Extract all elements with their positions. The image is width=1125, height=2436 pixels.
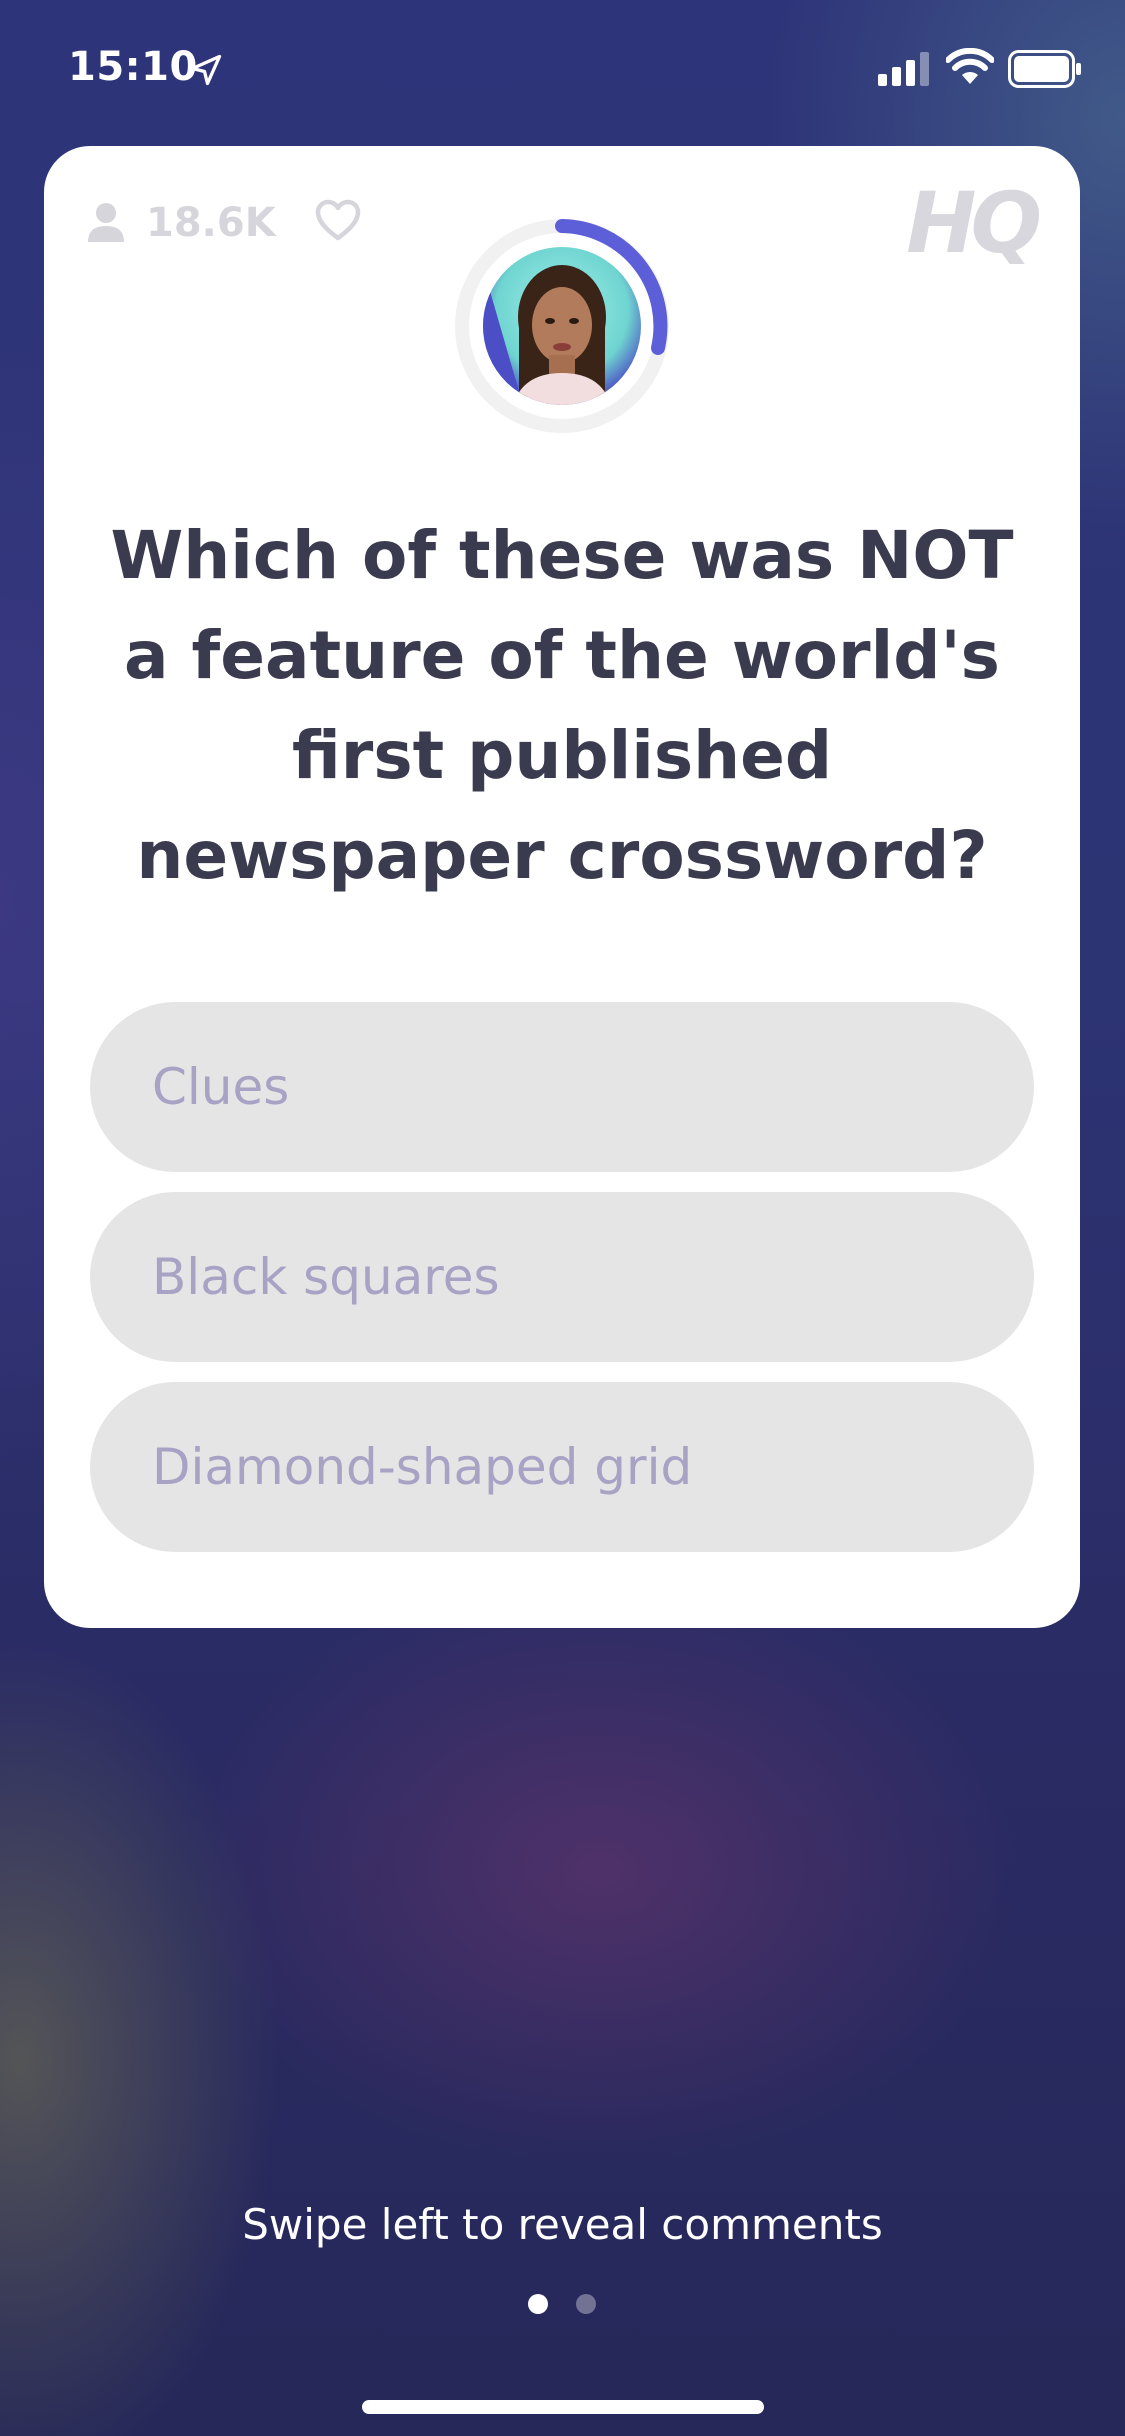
viewer-counter: 18.6K (86, 198, 276, 248)
location-arrow-icon (190, 54, 222, 86)
person-icon (88, 203, 124, 242)
battery-icon (1008, 50, 1081, 88)
question-card: 18.6K HQ Which of these was NOT a featur… (44, 146, 1080, 1628)
swipe-hint-text: Swipe left to reveal comments (242, 2200, 883, 2249)
cellular-signal-icon (878, 52, 929, 86)
heart-icon[interactable] (314, 198, 362, 242)
answer-option-2[interactable]: Black squares (90, 1192, 1034, 1362)
page-indicator-dot-active[interactable] (528, 2294, 548, 2314)
status-bar: 15:10 (0, 0, 1125, 140)
answer-option-1[interactable]: Clues (90, 1002, 1034, 1172)
hq-logo: HQ (906, 174, 1042, 272)
viewer-count: 18.6K (146, 200, 276, 246)
wifi-icon (946, 48, 994, 84)
question-text: Which of these was NOT a feature of the … (110, 517, 1014, 894)
status-time: 15:10 (68, 44, 198, 90)
page-indicator-dot[interactable] (576, 2294, 596, 2314)
host-avatar (483, 247, 641, 405)
host-portrait-image (483, 247, 641, 405)
answer-option-3[interactable]: Diamond-shaped grid (90, 1382, 1034, 1552)
home-indicator[interactable] (362, 2400, 764, 2414)
